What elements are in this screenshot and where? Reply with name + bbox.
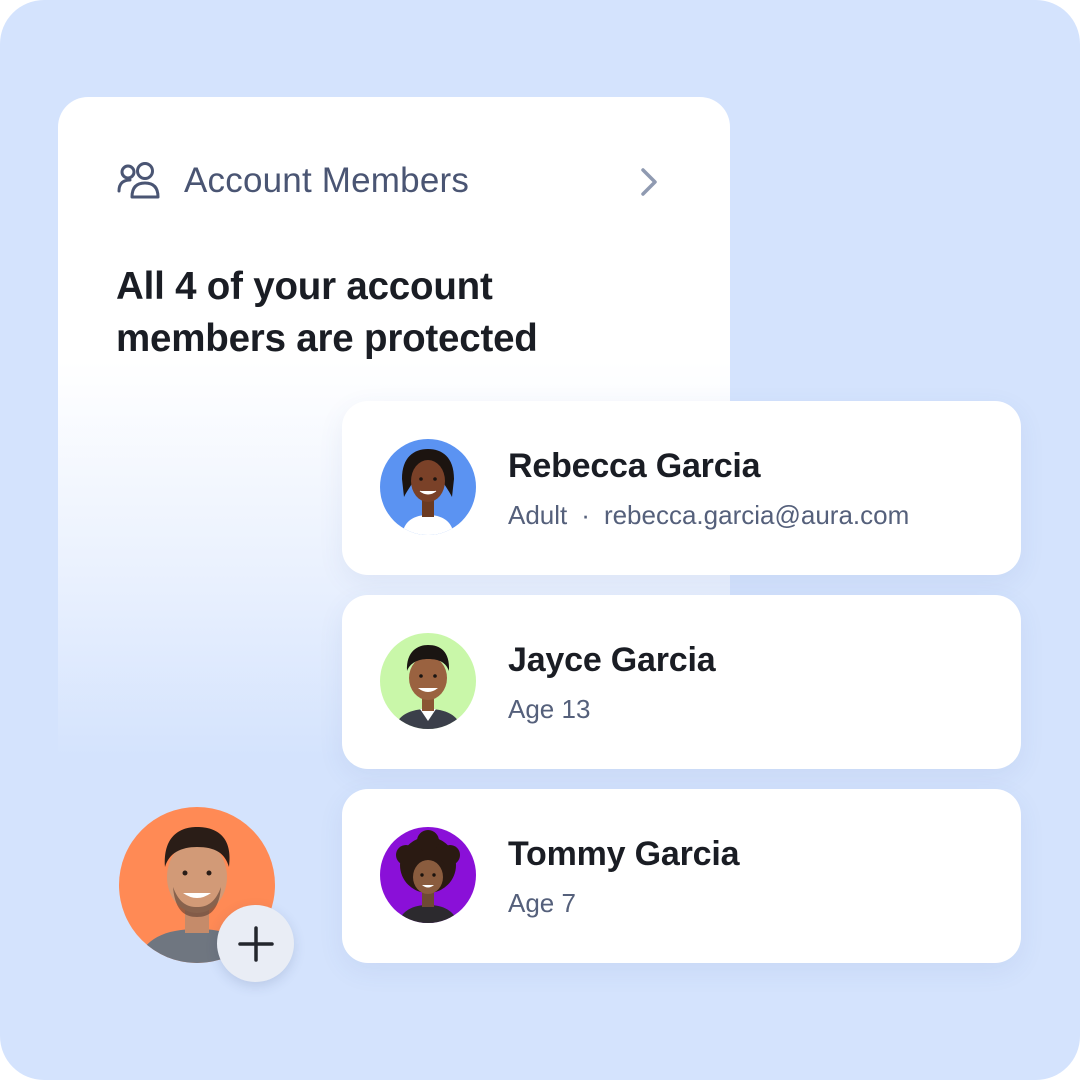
member-name: Rebecca Garcia <box>508 447 761 485</box>
members-icon <box>117 162 160 199</box>
member-name: Tommy Garcia <box>508 835 740 873</box>
panel-header[interactable]: Account Members <box>116 161 469 201</box>
member-card-rebecca[interactable]: Rebecca Garcia Adult · rebecca.garcia@aura… <box>342 401 1021 575</box>
chevron-right-icon[interactable] <box>634 165 664 199</box>
app-canvas: Account Members All 4 of your account me… <box>0 0 1080 1080</box>
protection-headline: All 4 of your account members are protec… <box>116 265 538 360</box>
member-age: Age 13 <box>508 694 591 724</box>
panel-title: Account Members <box>184 161 470 200</box>
add-member[interactable] <box>119 807 295 983</box>
avatar <box>380 439 476 535</box>
add-member-button[interactable] <box>217 905 294 982</box>
member-card-tommy[interactable]: Tommy Garcia Age 7 <box>342 789 1021 963</box>
separator-dot: · <box>581 500 590 530</box>
member-type: Adult <box>508 500 568 530</box>
member-card-jayce[interactable]: Jayce Garcia Age 13 <box>342 595 1021 769</box>
member-meta: Adult · rebecca.garcia@aura.com <box>508 500 909 531</box>
avatar <box>380 827 476 923</box>
member-name: Jayce Garcia <box>508 641 716 679</box>
member-email: rebecca.garcia@aura.com <box>603 500 910 530</box>
plus-icon <box>237 925 274 962</box>
avatar <box>380 633 476 729</box>
member-age: Age 7 <box>508 888 576 918</box>
